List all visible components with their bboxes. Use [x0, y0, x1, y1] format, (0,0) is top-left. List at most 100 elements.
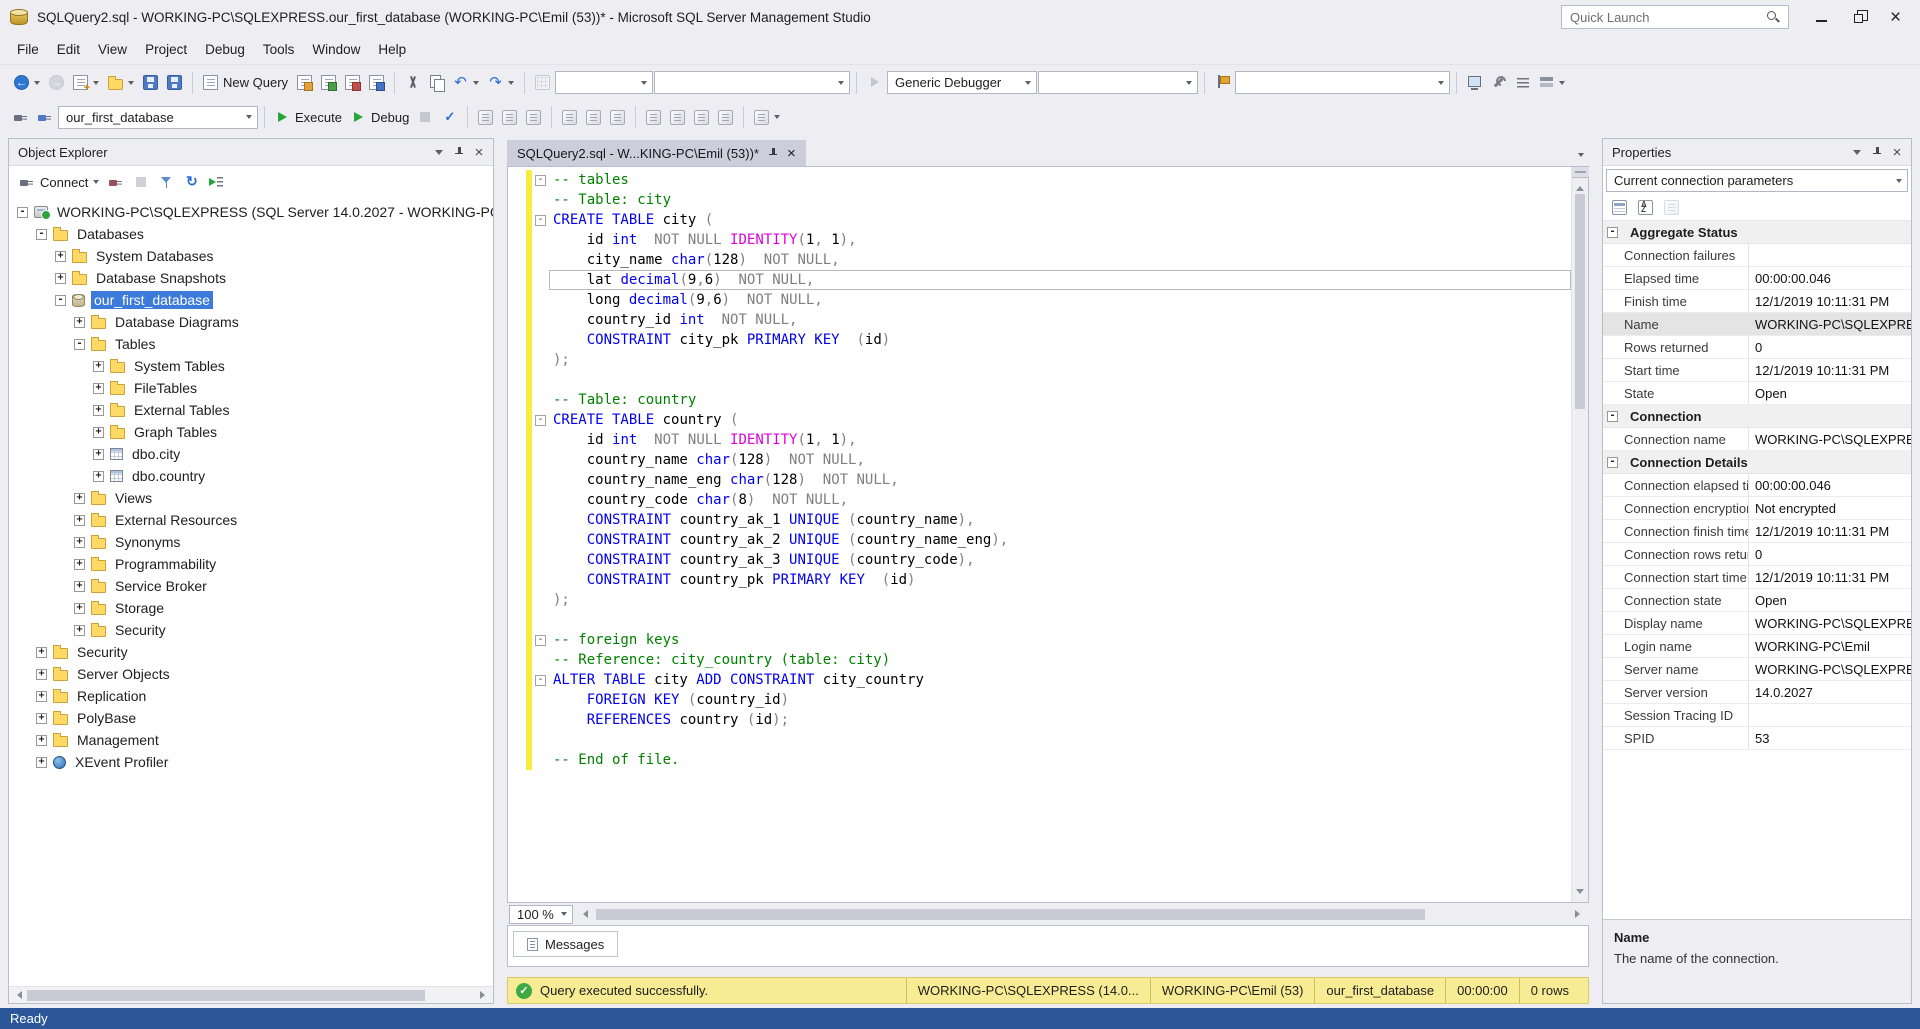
fold-collapse-icon[interactable]: -: [535, 415, 546, 426]
code-line-25[interactable]: -- Reference: city_country (table: city): [508, 650, 1571, 670]
code-area[interactable]: --- tables-- Table: city-CREATE TABLE ci…: [508, 167, 1571, 902]
collapse-icon[interactable]: -: [1607, 411, 1618, 422]
expand-icon[interactable]: +: [74, 603, 85, 614]
menu-tools[interactable]: Tools: [254, 37, 304, 62]
code-line-23[interactable]: [508, 610, 1571, 630]
minimize-button[interactable]: [1803, 3, 1840, 31]
tree-item-security[interactable]: +Security: [9, 619, 493, 641]
property-row-connection-encryption[interactable]: Connection encryptionNot encrypted: [1603, 497, 1911, 520]
toolbar-options-button[interactable]: [1535, 70, 1569, 96]
property-row-server-version[interactable]: Server version14.0.2027: [1603, 681, 1911, 704]
query-options-button[interactable]: [522, 104, 545, 130]
tab-pin-icon[interactable]: [768, 147, 778, 160]
property-row-spid[interactable]: SPID53: [1603, 727, 1911, 750]
menu-debug[interactable]: Debug: [196, 37, 254, 62]
display-estimated-plan-button[interactable]: [474, 104, 497, 130]
tree-item-polybase[interactable]: +PolyBase: [9, 707, 493, 729]
debug-target-button[interactable]: [863, 70, 886, 96]
split-editor-handle[interactable]: [1572, 167, 1589, 178]
tree-item-dbo-city[interactable]: +dbo.city: [9, 443, 493, 465]
tree-item-management[interactable]: +Management: [9, 729, 493, 751]
activity-monitor-button[interactable]: [1463, 70, 1486, 96]
cut-button[interactable]: [401, 70, 424, 96]
code-line-7[interactable]: long decimal(9,6) NOT NULL,: [508, 290, 1571, 310]
zoom-control[interactable]: 100 %: [509, 905, 573, 924]
code-line-22[interactable]: );: [508, 590, 1571, 610]
tree-item-graph-tables[interactable]: +Graph Tables: [9, 421, 493, 443]
expand-icon[interactable]: +: [93, 471, 104, 482]
property-group-connection[interactable]: -Connection: [1603, 405, 1911, 428]
tree-item-our-first-database[interactable]: -our_first_database: [9, 289, 493, 311]
expand-icon[interactable]: +: [74, 625, 85, 636]
editor-vscrollbar[interactable]: [1571, 167, 1588, 902]
code-line-20[interactable]: CONSTRAINT country_ak_3 UNIQUE (country_…: [508, 550, 1571, 570]
property-pages-button[interactable]: [1660, 194, 1683, 220]
save-button[interactable]: [139, 70, 162, 96]
document-list-dropdown[interactable]: [1578, 153, 1584, 157]
scroll-right-button[interactable]: [1572, 907, 1587, 922]
tree-item-database-diagrams[interactable]: +Database Diagrams: [9, 311, 493, 333]
comment-button[interactable]: [642, 104, 665, 130]
database-engine-query-button[interactable]: [293, 70, 316, 96]
alphabetical-button[interactable]: [1634, 194, 1657, 220]
toolbar-combo-2[interactable]: [654, 71, 850, 94]
close-button[interactable]: [1877, 3, 1914, 31]
categorized-button[interactable]: [1608, 194, 1631, 220]
decrease-indent-button[interactable]: [690, 104, 713, 130]
tree-item-views[interactable]: +Views: [9, 487, 493, 509]
code-line-17[interactable]: country_code char(8) NOT NULL,: [508, 490, 1571, 510]
property-row-name[interactable]: NameWORKING-PC\SQLEXPRESS: [1603, 313, 1911, 336]
quick-launch-input[interactable]: Quick Launch: [1561, 5, 1789, 29]
uncomment-button[interactable]: [666, 104, 689, 130]
props-close-button[interactable]: [1888, 144, 1906, 160]
copy-button[interactable]: [425, 70, 448, 96]
code-line-3[interactable]: -CREATE TABLE city (: [508, 210, 1571, 230]
tree-item-replication[interactable]: +Replication: [9, 685, 493, 707]
scroll-thumb[interactable]: [1575, 194, 1585, 409]
code-line-6[interactable]: lat decimal(9,6) NOT NULL,: [508, 270, 1571, 290]
bookmark-button[interactable]: [1211, 70, 1234, 96]
redo-button[interactable]: [484, 70, 518, 96]
code-line-10[interactable]: );: [508, 350, 1571, 370]
props-window-position-button[interactable]: [1848, 144, 1866, 160]
stop-button[interactable]: [130, 169, 153, 195]
code-line-26[interactable]: -ALTER TABLE city ADD CONSTRAINT city_co…: [508, 670, 1571, 690]
scroll-thumb[interactable]: [27, 990, 425, 1001]
code-line-27[interactable]: FOREIGN KEY (country_id): [508, 690, 1571, 710]
tree-item-programmability[interactable]: +Programmability: [9, 553, 493, 575]
results-to-grid-button[interactable]: [582, 104, 605, 130]
analysis-xmla-query-button[interactable]: [365, 70, 388, 96]
menu-project[interactable]: Project: [136, 37, 196, 62]
code-line-1[interactable]: --- tables: [508, 170, 1571, 190]
analysis-dmx-query-button[interactable]: [341, 70, 364, 96]
task-list-button[interactable]: [1511, 70, 1534, 96]
scroll-left-button[interactable]: [10, 988, 25, 1003]
expand-icon[interactable]: +: [55, 251, 66, 262]
code-line-16[interactable]: country_name_eng char(128) NOT NULL,: [508, 470, 1571, 490]
navigate-forward-button[interactable]: [45, 70, 68, 96]
collapse-icon[interactable]: -: [36, 229, 47, 240]
tree-item-system-tables[interactable]: +System Tables: [9, 355, 493, 377]
fold-collapse-icon[interactable]: -: [535, 215, 546, 226]
toolbar-combo-4[interactable]: [1235, 71, 1450, 94]
navigate-back-button[interactable]: [10, 70, 44, 96]
parse-button[interactable]: [438, 104, 461, 130]
toolbar-combo-3[interactable]: [1038, 71, 1198, 94]
new-query-button[interactable]: New Query: [199, 70, 292, 96]
code-line-21[interactable]: CONSTRAINT country_pk PRIMARY KEY (id): [508, 570, 1571, 590]
disconnect-button[interactable]: [105, 169, 128, 195]
tree-item-databases[interactable]: -Databases: [9, 223, 493, 245]
fold-collapse-icon[interactable]: -: [535, 635, 546, 646]
expand-icon[interactable]: +: [36, 647, 47, 658]
maximize-button[interactable]: [1840, 3, 1877, 31]
expand-icon[interactable]: +: [74, 515, 85, 526]
tree-item-external-resources[interactable]: +External Resources: [9, 509, 493, 531]
tree-item-dbo-country[interactable]: +dbo.country: [9, 465, 493, 487]
property-row-connection-finish-time[interactable]: Connection finish time12/1/2019 10:11:31…: [1603, 520, 1911, 543]
oe-window-position-button[interactable]: [430, 144, 448, 160]
code-line-15[interactable]: country_name char(128) NOT NULL,: [508, 450, 1571, 470]
tree-item-external-tables[interactable]: +External Tables: [9, 399, 493, 421]
code-line-29[interactable]: [508, 730, 1571, 750]
cancel-query-button[interactable]: [414, 104, 437, 130]
code-line-11[interactable]: [508, 370, 1571, 390]
